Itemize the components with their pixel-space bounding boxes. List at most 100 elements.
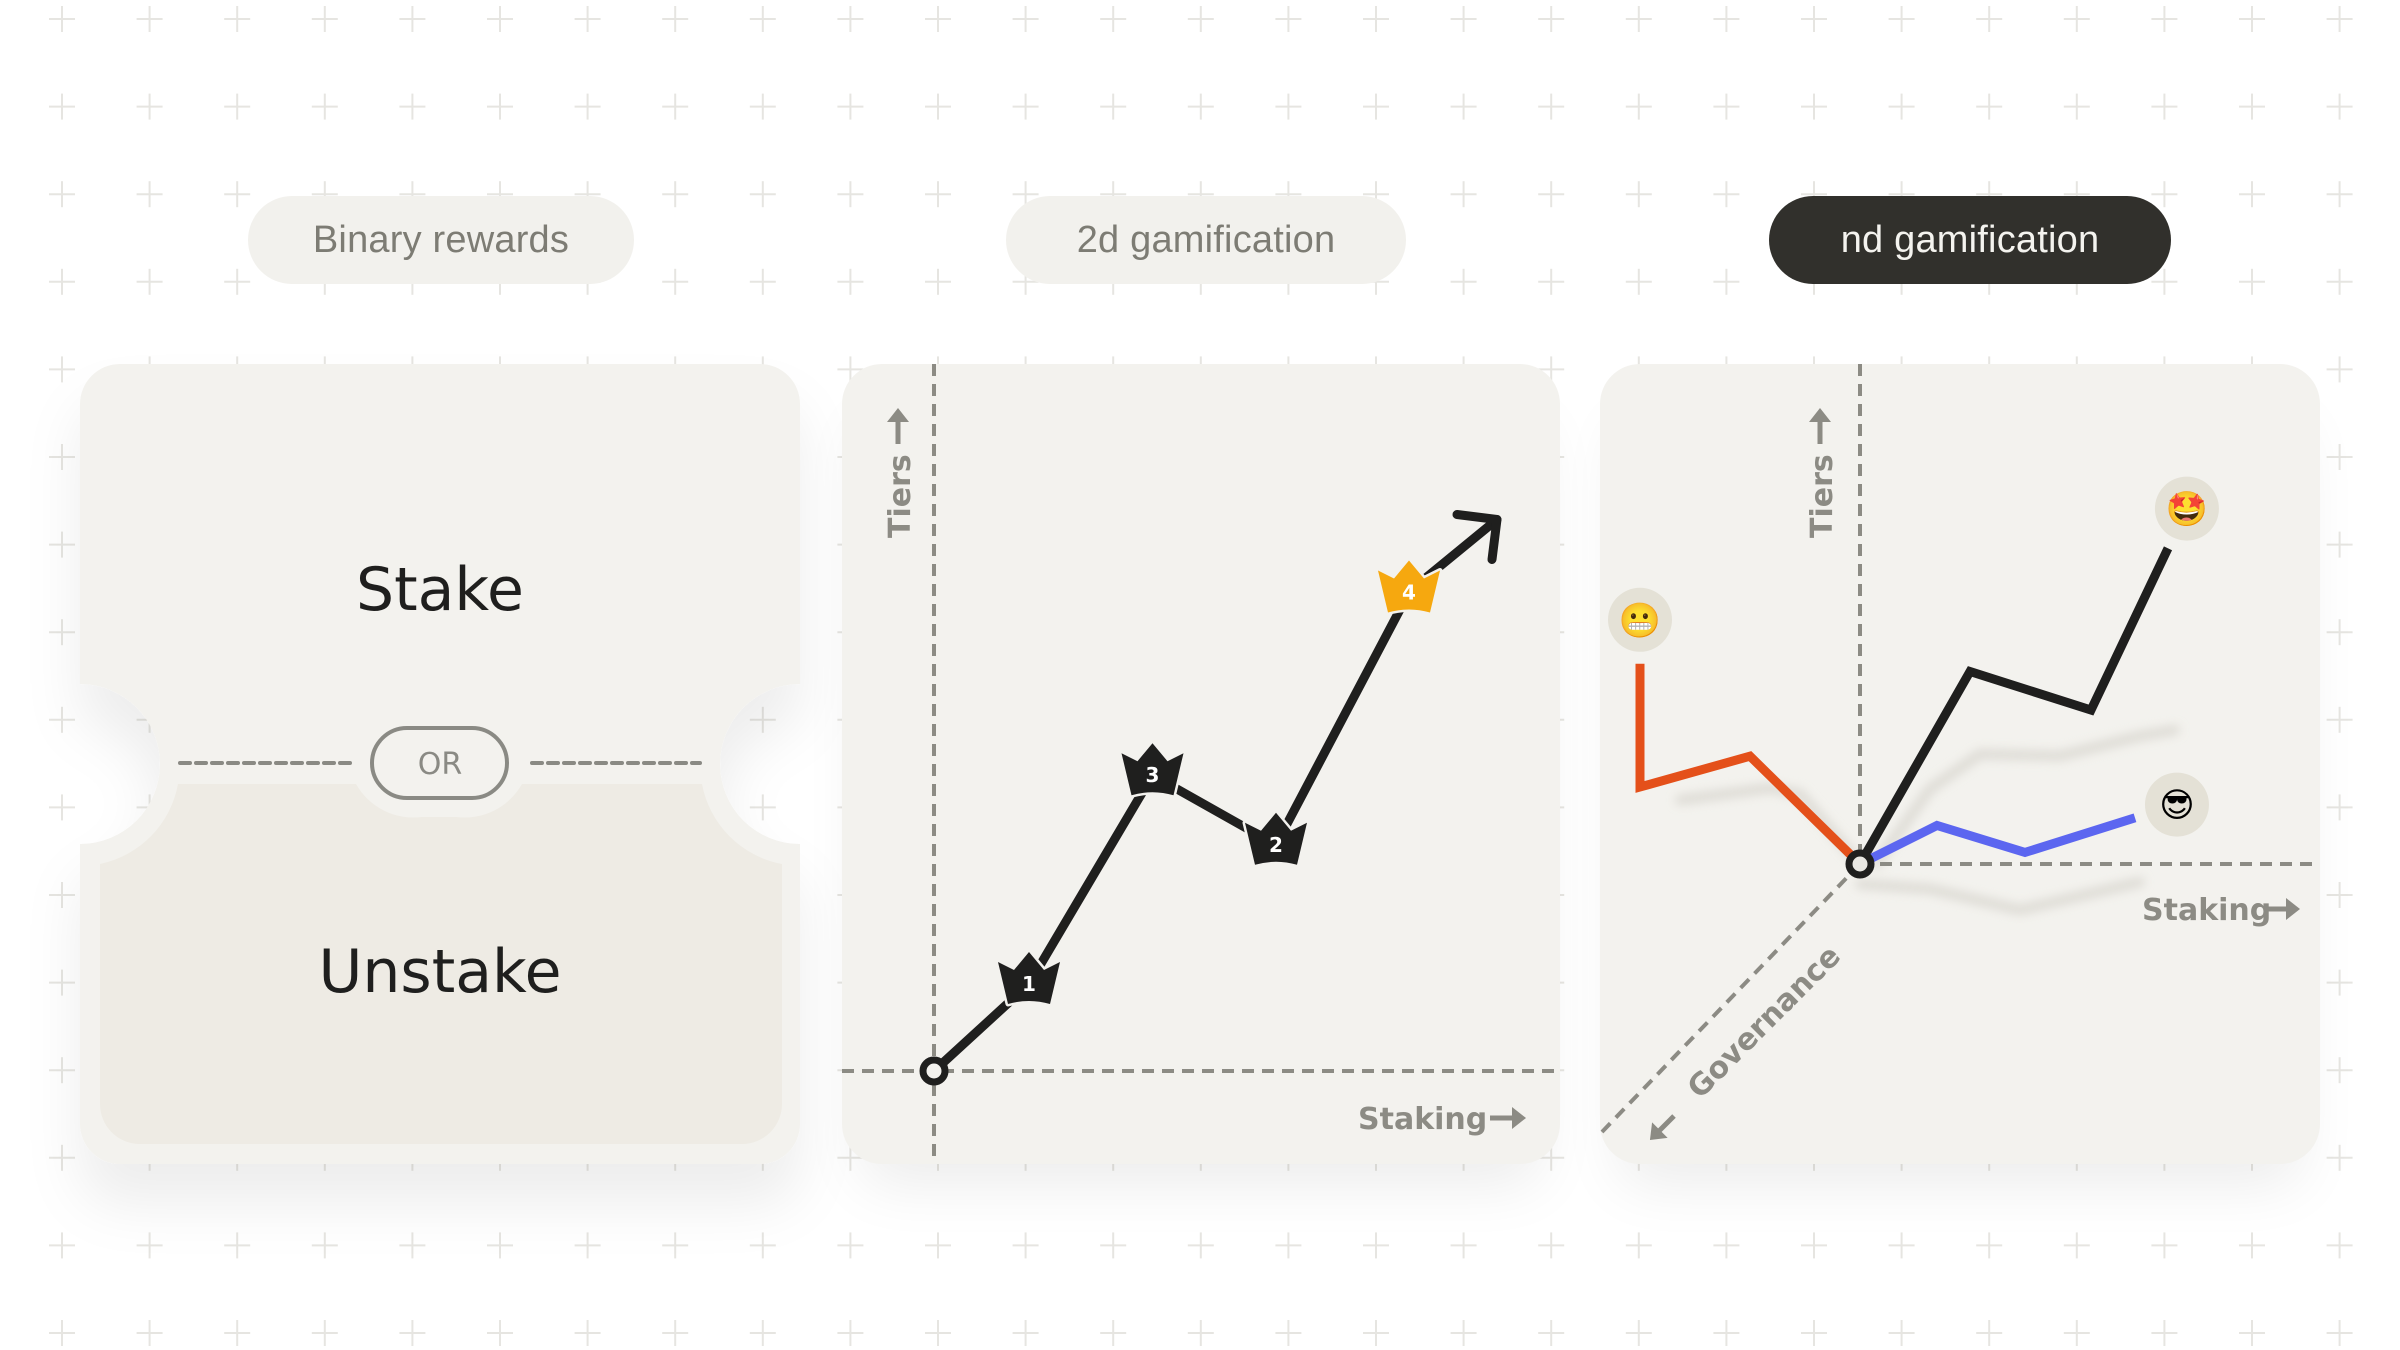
binary-card-graphic: OR Stake Unstake — [80, 364, 800, 1164]
grid-cross — [487, 6, 513, 32]
grid-cross — [2151, 93, 2178, 120]
grid-cross — [1801, 93, 1827, 120]
grid-cross — [2326, 1320, 2353, 1346]
sunglasses-face-icon[interactable]: 😎 — [2144, 772, 2209, 837]
unstake-label[interactable]: Unstake — [318, 937, 561, 1007]
grid-cross — [2326, 444, 2353, 470]
grid-cross — [49, 1144, 75, 1171]
crown-icon-tier-2: 2 — [1242, 810, 1310, 868]
grid-cross — [1450, 1320, 1477, 1346]
grid-cross — [224, 6, 251, 32]
grid-cross — [1976, 1232, 2003, 1259]
grid-cross — [1012, 6, 1039, 32]
grid-cross — [49, 268, 75, 295]
grid-cross — [2326, 706, 2353, 733]
grid-cross — [49, 969, 75, 996]
grid-cross — [2326, 6, 2353, 32]
grid-cross — [1012, 93, 1039, 120]
grid-cross — [1100, 1320, 1127, 1346]
grid-cross — [399, 1232, 426, 1259]
arrow-down-left-icon — [1649, 1114, 1676, 1141]
grid-cross — [399, 93, 426, 120]
grid-cross — [2326, 1232, 2353, 1259]
grid-cross — [1450, 268, 1477, 295]
grid-cross — [49, 444, 75, 470]
grid-cross — [925, 268, 951, 295]
tab-2d-gamification[interactable]: 2d gamification — [1006, 196, 1406, 284]
grid-cross — [1363, 6, 1389, 32]
grid-cross — [662, 1320, 689, 1346]
grid-cross — [2326, 93, 2353, 120]
grid-cross — [487, 1320, 513, 1346]
y-axis-label: Tiers — [1805, 454, 1840, 538]
grid-cross — [2326, 619, 2353, 646]
grid-cross — [837, 1232, 864, 1259]
arrow-up-icon — [887, 408, 909, 444]
grid-cross — [1363, 1320, 1389, 1346]
grid-cross — [1713, 6, 1740, 32]
grid-cross — [1363, 1232, 1389, 1259]
grid-cross — [662, 6, 689, 32]
star-struck-face-icon[interactable]: 🤩 — [2154, 476, 2219, 541]
grid-cross — [2239, 181, 2265, 208]
grid-cross — [1888, 6, 1915, 32]
crown-number: 3 — [1146, 763, 1160, 787]
grid-cross — [1713, 93, 1740, 120]
svg-text:🤩: 🤩 — [2166, 490, 2208, 530]
grid-cross — [1801, 1320, 1827, 1346]
grid-cross — [2326, 794, 2353, 821]
grid-cross — [49, 1232, 75, 1259]
grid-cross — [2326, 268, 2353, 295]
grid-cross — [749, 181, 776, 208]
tab-binary-rewards[interactable]: Binary rewards — [248, 196, 634, 284]
grid-cross — [1625, 1320, 1652, 1346]
grid-cross — [1801, 1232, 1827, 1259]
x-axis-label: Staking — [2142, 893, 2271, 928]
grid-cross — [925, 1232, 951, 1259]
grid-cross — [136, 93, 163, 120]
tab-nd-gamification[interactable]: nd gamification — [1769, 196, 2171, 284]
grid-cross — [1363, 93, 1389, 120]
grid-cross — [1625, 181, 1652, 208]
grid-cross — [1187, 1232, 1214, 1259]
grid-cross — [399, 6, 426, 32]
grid-cross — [1713, 1320, 1740, 1346]
z-axis — [1600, 862, 1862, 1136]
orange-path — [1635, 663, 1864, 868]
arrow-up-icon — [1809, 408, 1831, 444]
grid-cross — [1012, 1320, 1039, 1346]
grid-cross — [1100, 6, 1127, 32]
x-axis-label: Staking — [1358, 1102, 1487, 1137]
shadow-projection-lower — [1855, 877, 2145, 916]
tab-label: Binary rewards — [312, 218, 570, 261]
grid-cross — [1275, 93, 1302, 120]
grid-cross — [49, 619, 75, 646]
grid-cross — [1976, 6, 2003, 32]
crown-number: 4 — [1402, 581, 1416, 605]
grid-cross — [311, 1232, 338, 1259]
grid-cross — [749, 93, 776, 120]
stake-label[interactable]: Stake — [356, 555, 524, 625]
grid-cross — [2326, 882, 2353, 908]
grid-cross — [136, 181, 163, 208]
grid-cross — [1538, 6, 1565, 32]
crown-icon-tier-1: 1 — [995, 949, 1063, 1007]
grid-cross — [1275, 6, 1302, 32]
grid-cross — [1888, 1320, 1915, 1346]
grid-cross — [2326, 1144, 2353, 1171]
grimacing-face-icon[interactable]: 😬 — [1608, 587, 1672, 652]
grid-cross — [49, 356, 75, 383]
grid-cross — [662, 93, 689, 120]
grid-cross — [749, 268, 776, 295]
grid-cross — [2239, 6, 2265, 32]
grid-cross — [224, 1232, 251, 1259]
2d-gamification-card: Tiers Staking 1 3 2 4 — [842, 364, 1560, 1164]
grid-cross — [1100, 1232, 1127, 1259]
grid-cross — [2239, 1320, 2265, 1346]
grid-cross — [1976, 93, 2003, 120]
grid-cross — [925, 181, 951, 208]
grid-cross — [1625, 6, 1652, 32]
grid-cross — [49, 181, 75, 208]
grid-cross — [311, 93, 338, 120]
grid-cross — [136, 6, 163, 32]
